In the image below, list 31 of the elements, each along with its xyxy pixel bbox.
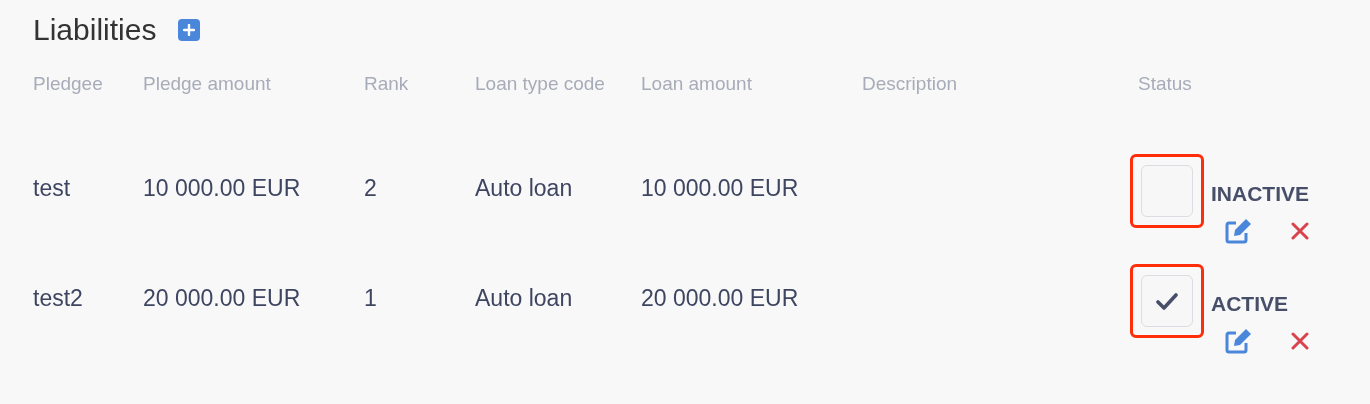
table-cell: 20 000.00 EUR: [143, 285, 301, 311]
edit-icon: [1224, 328, 1252, 354]
status-label: INACTIVE: [1211, 181, 1310, 207]
edit-icon: [1224, 218, 1252, 244]
plus-icon: [183, 24, 196, 36]
checkbox[interactable]: [1141, 275, 1193, 327]
column-header: Pledge amount: [143, 73, 272, 94]
column-header: Loan amount: [641, 73, 753, 94]
table-cell: 1: [364, 285, 377, 311]
table-cell: Auto loan: [475, 175, 573, 201]
table-cell: 2: [364, 175, 377, 201]
column-header: Status: [1138, 73, 1193, 94]
edit-button[interactable]: [1224, 327, 1252, 355]
table-cell: 20 000.00 EUR: [641, 285, 799, 311]
checkmark-icon: [1156, 292, 1178, 310]
column-header: Rank: [364, 73, 410, 94]
section-title: Liabilities: [33, 15, 157, 45]
table-cell: test2: [33, 285, 83, 311]
column-header: Description: [862, 73, 959, 94]
status-label: ACTIVE: [1211, 291, 1289, 317]
column-header: Loan type code: [475, 73, 606, 94]
table-cell: 10 000.00 EUR: [143, 175, 301, 201]
checkbox[interactable]: [1141, 165, 1193, 217]
table-cell: test: [33, 175, 71, 201]
close-icon: [1291, 332, 1309, 350]
table-cell: 10 000.00 EUR: [641, 175, 799, 201]
edit-button[interactable]: [1224, 217, 1252, 245]
add-button[interactable]: [178, 19, 201, 41]
table-cell: Auto loan: [475, 285, 573, 311]
column-header: Pledgee: [33, 73, 104, 94]
close-icon: [1291, 222, 1309, 240]
